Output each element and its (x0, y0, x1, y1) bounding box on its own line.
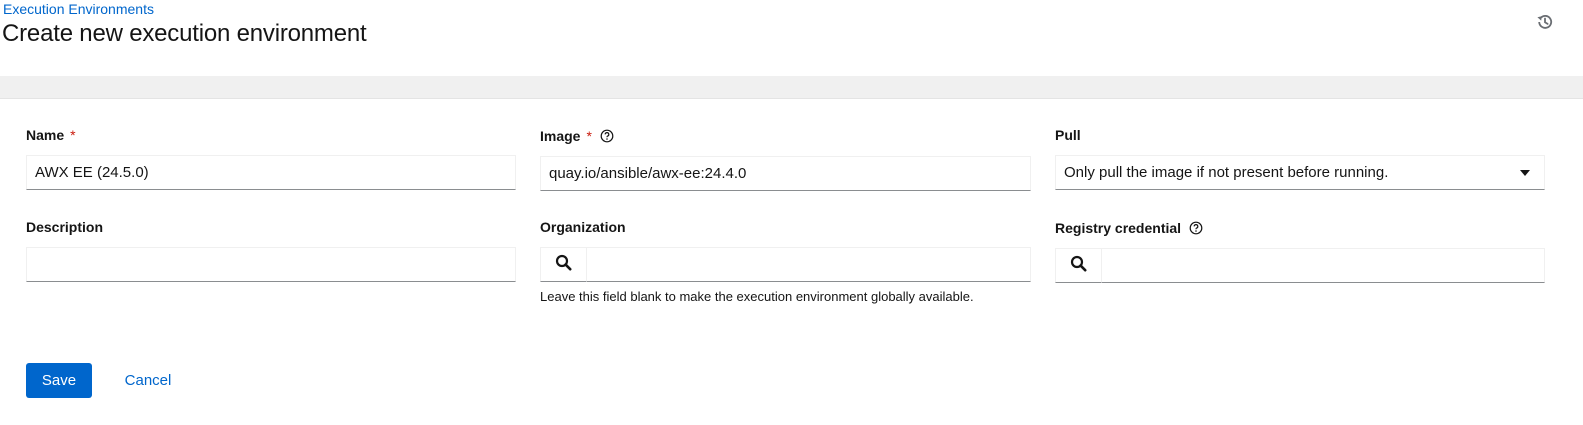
organization-label-text: Organization (540, 219, 626, 235)
name-required-indicator: * (70, 127, 76, 143)
description-label-text: Description (26, 219, 104, 235)
image-label: Image * (540, 128, 614, 144)
registry-credential-label-text: Registry credential (1055, 220, 1182, 236)
pull-label: Pull (1055, 127, 1081, 143)
registry-credential-lookup-button[interactable] (1055, 248, 1102, 283)
organization-helper-text: Leave this field blank to make the execu… (540, 289, 974, 304)
name-label: Name * (26, 127, 76, 143)
registry-credential-input[interactable] (1101, 248, 1545, 283)
breadcrumb-execution-environments[interactable]: Execution Environments (3, 1, 154, 17)
registry-credential-label: Registry credential (1055, 220, 1203, 236)
image-help-icon[interactable] (600, 129, 614, 143)
image-input[interactable]: quay.io/ansible/awx-ee:24.4.0 (540, 156, 1031, 191)
name-input[interactable]: AWX EE (24.5.0) (26, 155, 516, 190)
pull-label-text: Pull (1055, 127, 1081, 143)
save-button[interactable]: Save (26, 363, 92, 398)
history-button[interactable] (1534, 13, 1556, 35)
search-icon (1070, 255, 1087, 277)
image-input-value: quay.io/ansible/awx-ee:24.4.0 (549, 165, 747, 182)
page-header: Execution Environments Create new execut… (0, 0, 1583, 76)
description-label: Description (26, 219, 103, 235)
cancel-button[interactable]: Cancel (112, 363, 184, 398)
registry-credential-help-icon[interactable] (1189, 221, 1203, 235)
caret-down-icon (1520, 170, 1530, 176)
page-section-divider (0, 76, 1583, 98)
organization-lookup-button[interactable] (540, 247, 587, 282)
pull-select[interactable]: Only pull the image if not present befor… (1055, 155, 1545, 190)
pull-selected-value: Only pull the image if not present befor… (1064, 164, 1389, 181)
organization-label: Organization (540, 219, 626, 235)
page-title: Create new execution environment (2, 20, 367, 47)
organization-input[interactable] (586, 247, 1031, 282)
image-label-text: Image (540, 128, 581, 144)
name-input-value: AWX EE (24.5.0) (35, 164, 149, 181)
name-label-text: Name (26, 127, 65, 143)
image-required-indicator: * (586, 128, 592, 144)
search-icon (555, 254, 572, 276)
history-icon (1536, 13, 1554, 36)
description-input[interactable] (26, 247, 516, 282)
